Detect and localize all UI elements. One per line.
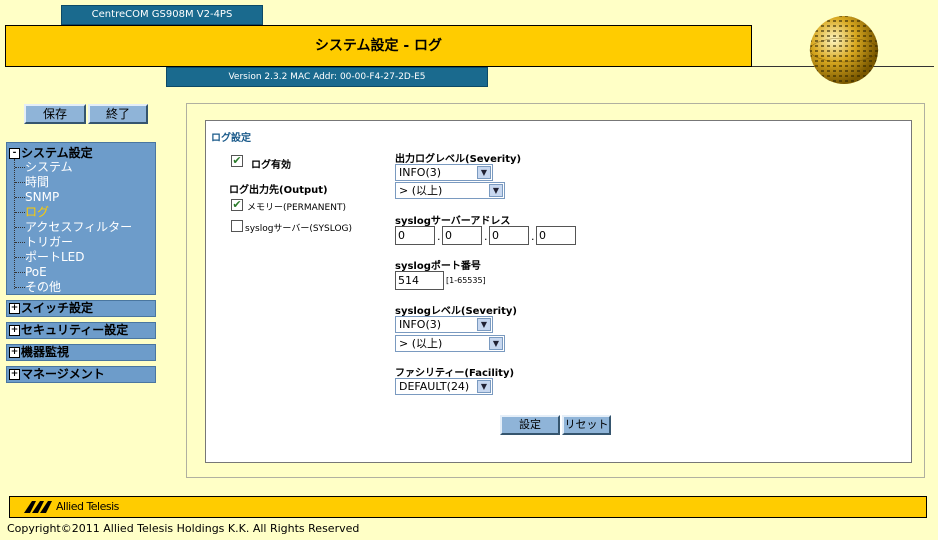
sidebar-item-poe[interactable]: PoE (15, 265, 47, 280)
sidebar-menu-system: - システム設定 システム 時間 SNMP ログ アクセスフィルター トリガー ポ… (6, 142, 156, 295)
syslog-level-select[interactable]: INFO(3) ▼ (395, 316, 493, 333)
chevron-down-icon: ▼ (489, 337, 503, 350)
address-dot: . (437, 230, 441, 243)
sidebar-group-label: システム設定 (21, 146, 93, 160)
syslog-address-label: syslogサーバーアドレス (395, 216, 511, 227)
reset-button[interactable]: リセット (562, 415, 611, 435)
sidebar-item-access-filter[interactable]: アクセスフィルター (15, 220, 132, 235)
chevron-down-icon: ▼ (489, 184, 503, 197)
sidebar-item-log[interactable]: ログ (15, 205, 49, 220)
apply-button[interactable]: 設定 (500, 415, 560, 435)
sidebar-item-other[interactable]: その他 (15, 280, 61, 295)
syslog-address-octet-2[interactable]: 0 (442, 226, 482, 245)
memory-checkbox[interactable]: ✔ (231, 199, 243, 211)
logo-text: Allied Telesis (56, 500, 119, 513)
copyright-text: Copyright©2011 Allied Telesis Holdings K… (7, 522, 360, 535)
sidebar-group-monitoring[interactable]: + 機器監視 (6, 344, 156, 361)
log-enable-label: ログ有効 (251, 160, 291, 171)
globe-logo-icon (809, 16, 879, 84)
expand-toggle-icon[interactable]: + (9, 347, 20, 358)
sidebar-group-switch[interactable]: + スイッチ設定 (6, 300, 156, 317)
check-icon: ✔ (232, 154, 242, 167)
syslog-address-octet-3[interactable]: 0 (489, 226, 529, 245)
chevron-down-icon: ▼ (477, 166, 491, 179)
expand-toggle-icon[interactable]: + (9, 369, 20, 380)
syslog-level-label: syslogレベル(Severity) (395, 306, 517, 317)
sidebar-item-port-led[interactable]: ポートLED (15, 250, 85, 265)
memory-label: メモリー(PERMANENT) (247, 203, 346, 213)
facility-select[interactable]: DEFAULT(24) ▼ (395, 378, 493, 395)
end-button[interactable]: 終了 (88, 104, 148, 124)
version-info: Version 2.3.2 MAC Addr: 00-00-F4-27-2D-E… (166, 67, 488, 87)
chevron-down-icon: ▼ (477, 318, 491, 331)
syslog-port-label: syslogポート番号 (395, 261, 481, 272)
syslog-server-label: syslogサーバー(SYSLOG) (245, 224, 353, 234)
syslog-level-operator-select[interactable]: > (以上) ▼ (395, 335, 505, 352)
allied-telesis-logo: Allied Telesis (22, 499, 132, 515)
check-icon: ✔ (232, 198, 242, 211)
section-title: ログ設定 (211, 133, 251, 144)
page-title: システム設定 - ログ (5, 25, 752, 67)
expand-toggle-icon[interactable]: + (9, 303, 20, 314)
footer-bar (9, 496, 927, 518)
brand-mark-icon (24, 501, 52, 513)
collapse-toggle-icon[interactable]: - (9, 148, 20, 159)
model-name-tab: CentreCOM GS908M V2-4PS (61, 5, 263, 25)
sidebar-group-management[interactable]: + マネージメント (6, 366, 156, 383)
sidebar-item-time[interactable]: 時間 (15, 175, 49, 190)
output-level-label: 出力ログレベル(Severity) (395, 154, 522, 165)
facility-label: ファシリティー(Facility) (395, 368, 515, 379)
address-dot: . (531, 230, 535, 243)
syslog-address-octet-1[interactable]: 0 (395, 226, 435, 245)
sidebar-item-system[interactable]: システム (15, 160, 73, 175)
sidebar-group-system[interactable]: - システム設定 (9, 144, 93, 161)
sidebar-item-snmp[interactable]: SNMP (15, 190, 59, 205)
save-button[interactable]: 保存 (24, 104, 86, 124)
chevron-down-icon: ▼ (477, 380, 491, 393)
output-level-select[interactable]: INFO(3) ▼ (395, 164, 493, 181)
log-enable-checkbox[interactable]: ✔ (231, 155, 243, 167)
sidebar-group-security[interactable]: + セキュリティー設定 (6, 322, 156, 339)
output-destination-label: ログ出力先(Output) (229, 185, 328, 196)
syslog-port-input[interactable]: 514 (395, 271, 444, 290)
syslog-server-checkbox[interactable] (231, 220, 243, 232)
output-level-operator-select[interactable]: > (以上) ▼ (395, 182, 505, 199)
sidebar-item-trigger[interactable]: トリガー (15, 235, 73, 250)
content-inner-panel (205, 120, 912, 463)
expand-toggle-icon[interactable]: + (9, 325, 20, 336)
address-dot: . (484, 230, 488, 243)
syslog-address-octet-4[interactable]: 0 (536, 226, 576, 245)
syslog-port-range: [1-65535] (446, 276, 486, 285)
